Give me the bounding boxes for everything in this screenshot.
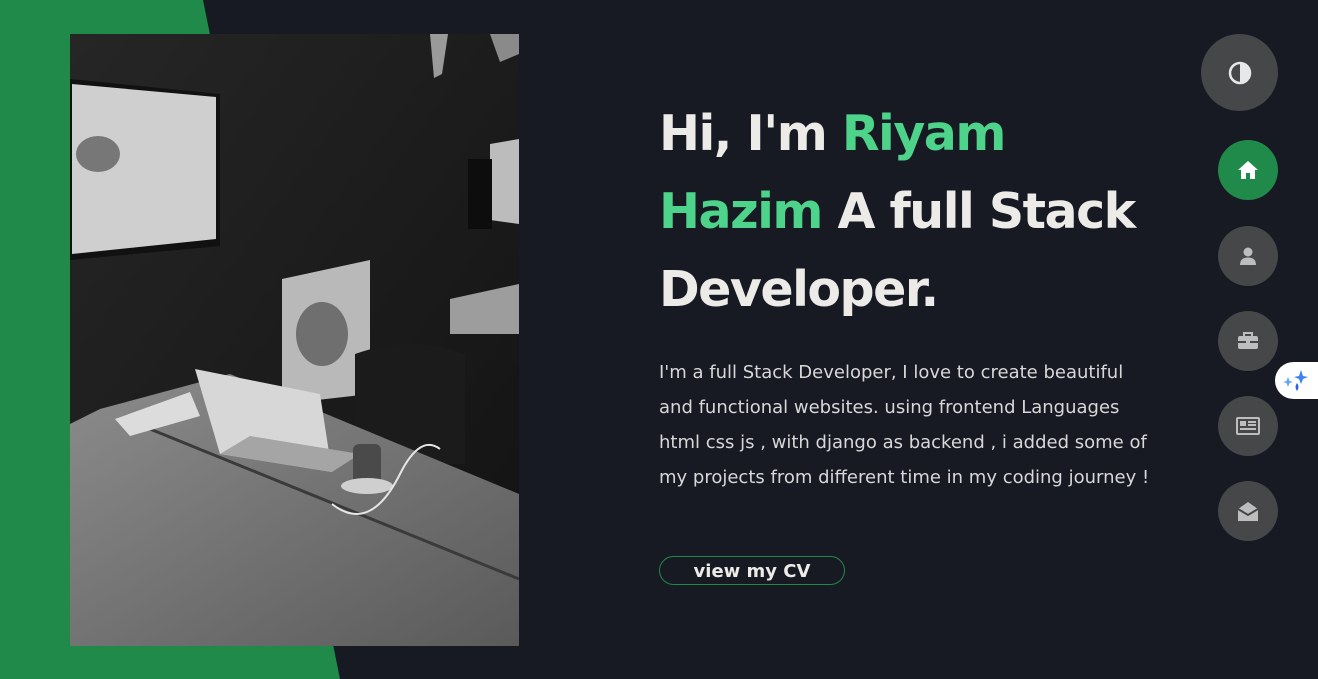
envelope-open-icon xyxy=(1237,500,1259,522)
nav-contact-button[interactable] xyxy=(1218,481,1278,541)
intro-description: I'm a full Stack Developer, I love to cr… xyxy=(659,362,1150,488)
name-last: Hazim xyxy=(659,183,823,240)
nav-home-button[interactable] xyxy=(1218,140,1278,200)
user-icon xyxy=(1238,246,1258,266)
nav-blogs-button[interactable] xyxy=(1218,396,1278,456)
greeting-text: Hi, I'm xyxy=(659,105,842,162)
theme-toggle-button[interactable] xyxy=(1201,34,1278,111)
profile-photo xyxy=(70,34,519,646)
home-icon xyxy=(1237,160,1259,180)
intro-section: Hi, I'm Riyam Hazim A full Stack Develope… xyxy=(659,95,1179,495)
sparkle-drops-icon xyxy=(1281,369,1309,393)
name-first: Riyam xyxy=(841,105,1007,162)
nav-about-button[interactable] xyxy=(1218,226,1278,286)
view-cv-button[interactable]: view my CV xyxy=(659,556,845,585)
contrast-icon xyxy=(1228,61,1252,85)
nav-portfolio-button[interactable] xyxy=(1218,311,1278,371)
extension-badge[interactable] xyxy=(1275,362,1318,399)
photo-illustration xyxy=(70,34,519,646)
newspaper-icon xyxy=(1236,417,1260,435)
briefcase-icon xyxy=(1237,332,1259,350)
intro-headline: Hi, I'm Riyam Hazim A full Stack Develope… xyxy=(659,95,1179,329)
